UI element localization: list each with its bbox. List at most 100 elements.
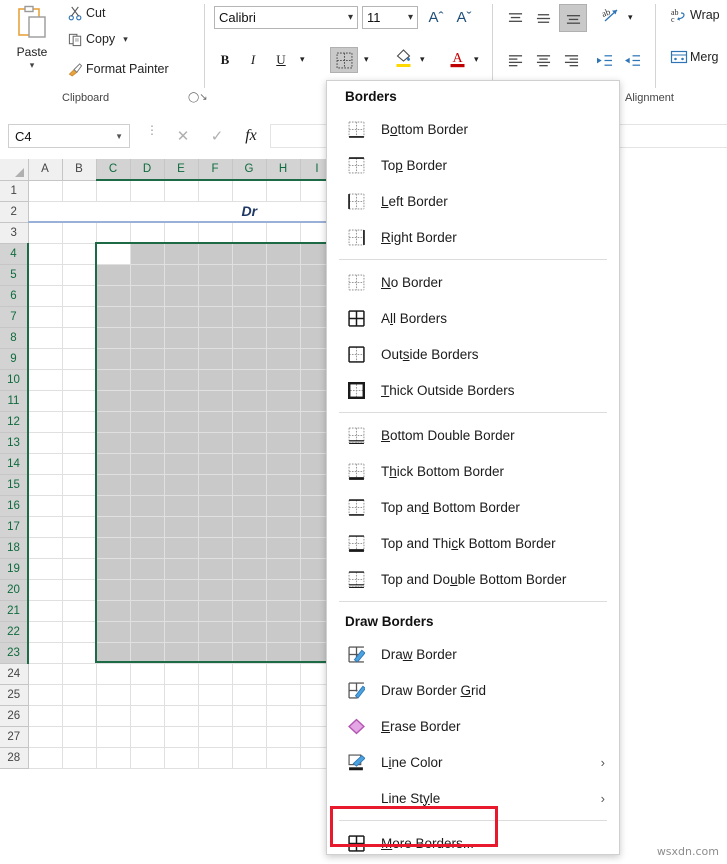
formula-bar-grip[interactable]: ⋮ — [146, 124, 158, 144]
cell-d21[interactable] — [130, 600, 165, 622]
cell-h6[interactable] — [266, 285, 301, 307]
cell-a12[interactable] — [28, 411, 63, 433]
cell-e10[interactable] — [164, 369, 199, 391]
cell-c14[interactable] — [96, 453, 131, 475]
cell-b22[interactable] — [62, 621, 97, 643]
fill-color-chevron-down-icon[interactable]: ▾ — [420, 54, 425, 65]
menu-item-thick-bottom-border[interactable]: Thick Bottom Border — [327, 453, 619, 489]
underline-button[interactable]: U — [270, 48, 292, 72]
cell-g6[interactable] — [232, 285, 267, 307]
cell-e14[interactable] — [164, 453, 199, 475]
cell-b14[interactable] — [62, 453, 97, 475]
enter-button[interactable]: ✓ — [202, 125, 232, 147]
row-header-23[interactable]: 23 — [0, 642, 29, 664]
cell-h19[interactable] — [266, 558, 301, 580]
cell-e25[interactable] — [164, 684, 199, 706]
row-header-26[interactable]: 26 — [0, 705, 29, 727]
cell-e7[interactable] — [164, 306, 199, 328]
align-top-button[interactable] — [503, 6, 527, 30]
cell-g11[interactable] — [232, 390, 267, 412]
cell-b4[interactable] — [62, 243, 97, 265]
cell-h5[interactable] — [266, 264, 301, 286]
cell-d26[interactable] — [130, 705, 165, 727]
align-bottom-button[interactable] — [559, 4, 587, 32]
cell-b17[interactable] — [62, 516, 97, 538]
cell-b18[interactable] — [62, 537, 97, 559]
cell-c9[interactable] — [96, 348, 131, 370]
cell-f13[interactable] — [198, 432, 233, 454]
increase-font-size-button[interactable]: Aˆ — [424, 5, 448, 29]
cell-a19[interactable] — [28, 558, 63, 580]
row-header-24[interactable]: 24 — [0, 663, 29, 685]
cell-a6[interactable] — [28, 285, 63, 307]
cell-f4[interactable] — [198, 243, 233, 265]
cell-c28[interactable] — [96, 747, 131, 769]
cell-h14[interactable] — [266, 453, 301, 475]
cell-g7[interactable] — [232, 306, 267, 328]
cell-a14[interactable] — [28, 453, 63, 475]
cell-c20[interactable] — [96, 579, 131, 601]
row-header-4[interactable]: 4 — [0, 243, 29, 265]
cell-b24[interactable] — [62, 663, 97, 685]
cell-e16[interactable] — [164, 495, 199, 517]
cell-e1[interactable] — [164, 180, 199, 202]
menu-item-no-border[interactable]: No Border — [327, 264, 619, 300]
cell-f16[interactable] — [198, 495, 233, 517]
cell-g23[interactable] — [232, 642, 267, 664]
chevron-down-icon[interactable]: ▾ — [404, 12, 413, 23]
menu-item-line-color[interactable]: Line Color › — [327, 744, 619, 780]
cell-a23[interactable] — [28, 642, 63, 664]
cell-g21[interactable] — [232, 600, 267, 622]
cell-f15[interactable] — [198, 474, 233, 496]
cell-g19[interactable] — [232, 558, 267, 580]
row-header-12[interactable]: 12 — [0, 411, 29, 433]
cell-h10[interactable] — [266, 369, 301, 391]
cell-f10[interactable] — [198, 369, 233, 391]
cell-d7[interactable] — [130, 306, 165, 328]
cell-e26[interactable] — [164, 705, 199, 727]
cell-c4[interactable] — [96, 243, 131, 265]
wrap-text-button[interactable]: ab c Wrap — [668, 4, 720, 26]
bold-button[interactable]: B — [214, 48, 236, 72]
menu-item-draw-border-grid[interactable]: Draw Border Grid — [327, 672, 619, 708]
format-painter-button[interactable]: Format Painter — [64, 58, 169, 80]
cell-d22[interactable] — [130, 621, 165, 643]
cell-a17[interactable] — [28, 516, 63, 538]
cell-e23[interactable] — [164, 642, 199, 664]
cell-a21[interactable] — [28, 600, 63, 622]
cell-h26[interactable] — [266, 705, 301, 727]
row-header-15[interactable]: 15 — [0, 474, 29, 496]
cell-a18[interactable] — [28, 537, 63, 559]
row-header-5[interactable]: 5 — [0, 264, 29, 286]
orientation-chevron-down-icon[interactable]: ▾ — [628, 12, 633, 23]
cell-g14[interactable] — [232, 453, 267, 475]
cell-d13[interactable] — [130, 432, 165, 454]
cell-e13[interactable] — [164, 432, 199, 454]
cell-e6[interactable] — [164, 285, 199, 307]
cell-e20[interactable] — [164, 579, 199, 601]
cell-g8[interactable] — [232, 327, 267, 349]
cell-g24[interactable] — [232, 663, 267, 685]
row-header-13[interactable]: 13 — [0, 432, 29, 454]
increase-indent-button[interactable] — [620, 48, 644, 72]
menu-item-top-and-bottom-border[interactable]: Top and Bottom Border — [327, 489, 619, 525]
cell-f25[interactable] — [198, 684, 233, 706]
decrease-indent-button[interactable] — [592, 48, 616, 72]
cell-b6[interactable] — [62, 285, 97, 307]
cell-d24[interactable] — [130, 663, 165, 685]
align-middle-button[interactable] — [531, 6, 555, 30]
chevron-down-icon[interactable]: ▼ — [115, 132, 123, 141]
cell-b15[interactable] — [62, 474, 97, 496]
cell-f19[interactable] — [198, 558, 233, 580]
cell-e27[interactable] — [164, 726, 199, 748]
cell-d17[interactable] — [130, 516, 165, 538]
menu-item-bottom-double-border[interactable]: Bottom Double Border — [327, 417, 619, 453]
cell-g1[interactable] — [232, 180, 267, 202]
cell-d5[interactable] — [130, 264, 165, 286]
cell-h3[interactable] — [266, 222, 301, 244]
cell-f7[interactable] — [198, 306, 233, 328]
cell-c1[interactable] — [96, 180, 131, 202]
cell-b10[interactable] — [62, 369, 97, 391]
cell-g4[interactable] — [232, 243, 267, 265]
menu-item-erase-border[interactable]: Erase Border — [327, 708, 619, 744]
